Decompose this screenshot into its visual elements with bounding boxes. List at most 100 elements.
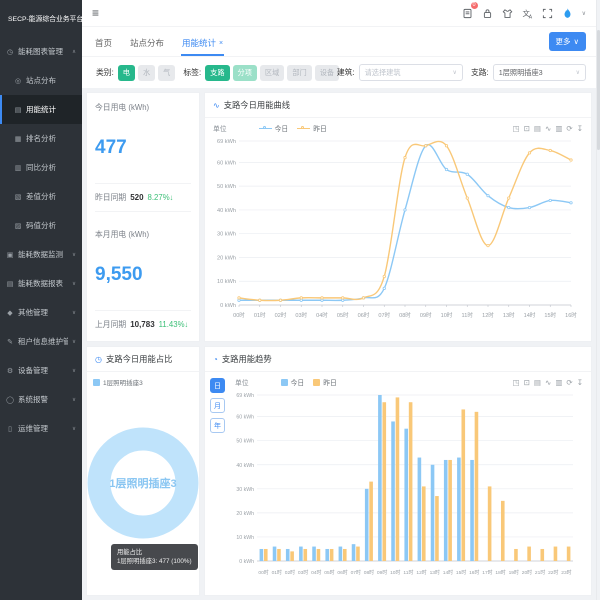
svg-text:12时: 12时 — [482, 311, 494, 319]
download-icon[interactable]: ↧ — [577, 378, 583, 387]
tag-chip-设备[interactable]: 设备 — [315, 65, 339, 81]
data-view-icon[interactable]: ▤ — [534, 124, 541, 133]
svg-text:01时: 01时 — [272, 569, 282, 576]
today-usage-value: 477 — [95, 137, 191, 159]
svg-text:09时: 09时 — [420, 311, 432, 319]
line-type-icon[interactable]: ∿ — [545, 378, 551, 387]
restore-icon[interactable]: ⟳ — [566, 124, 572, 133]
sidebar-group-2[interactable]: ▤能耗数据报表∨ — [0, 269, 82, 298]
notification-badge: 0 — [471, 2, 478, 9]
period-button-年[interactable]: 年 — [210, 418, 225, 433]
svg-text:17时: 17时 — [482, 569, 492, 576]
zoom-icon[interactable]: ◳ — [513, 124, 520, 133]
sidebar-item-同比分析[interactable]: ▥同比分析 — [0, 153, 82, 182]
sidebar-group-3[interactable]: ◆其他管理∨ — [0, 298, 82, 327]
sidebar-item-icon: ▤ — [14, 106, 22, 114]
stat-card: 今日用电 (kWh) 477 昨日同期 520 8.27%↓ 本月用电 (kWh… — [86, 92, 200, 342]
sidebar-group-4[interactable]: ✎租户信息维护管理∨ — [0, 327, 82, 356]
zoom-icon[interactable]: ◳ — [513, 378, 520, 387]
zoom-reset-icon[interactable]: ⊡ — [524, 124, 530, 133]
svg-text:08时: 08时 — [399, 311, 411, 319]
chevron-icon: ∨ — [72, 281, 76, 287]
line-type-icon[interactable]: ∿ — [545, 124, 551, 133]
category-chip-水[interactable]: 水 — [138, 65, 155, 81]
zoom-reset-icon[interactable]: ⊡ — [524, 378, 530, 387]
line-chart-plot: 0 kWh10 kWh20 kWh30 kWh40 kWh50 kWh60 kW… — [205, 133, 591, 341]
language-icon[interactable]: 文A — [522, 7, 534, 19]
legend-item-昨日[interactable]: 昨日 — [313, 377, 337, 387]
pie-legend-label: 1层照明插座3 — [103, 377, 143, 387]
pie-legend-item[interactable]: 1层照明插座3 — [87, 372, 199, 387]
tag-chip-分项[interactable]: 分项 — [233, 65, 257, 81]
pie-tooltip: 用能占比 1层照明插座3: 477 (100%) — [111, 544, 198, 570]
sidebar-item-差值分析[interactable]: ▧差值分析 — [0, 182, 82, 211]
bar-chart-plot: 0 kWh10 kWh20 kWh30 kWh40 kWh50 kWh60 kW… — [227, 387, 591, 595]
sidebar-item-码值分析[interactable]: ▨ 码值分析 — [0, 211, 82, 240]
sidebar-group-7[interactable]: ▯运维管理∨ — [0, 414, 82, 443]
sidebar-group-1[interactable]: ▣能耗数据监测∨ — [0, 240, 82, 269]
restore-icon[interactable]: ⟳ — [566, 378, 572, 387]
svg-text:0 kWh: 0 kWh — [239, 559, 254, 565]
line-toolbox: ◳ ⊡ ▤ ∿ ▥ ⟳ ↧ — [513, 124, 583, 133]
download-icon[interactable]: ↧ — [577, 124, 583, 133]
sidebar-group-icon: ◆ — [6, 309, 14, 317]
branch-label: 支路: — [471, 67, 489, 78]
tab-用能统计[interactable]: 用能统计× — [181, 30, 224, 56]
svg-text:00时: 00时 — [233, 311, 245, 319]
svg-text:15时: 15时 — [456, 569, 466, 576]
sidebar-group-5[interactable]: ⚙设备管理∨ — [0, 356, 82, 385]
category-chip-电[interactable]: 电 — [118, 65, 135, 81]
sidebar-item-站点分布[interactable]: ◎站点分布 — [0, 66, 82, 95]
sidebar-item-label: 码值分析 — [26, 220, 56, 231]
more-button-label: 更多 — [556, 36, 571, 47]
pie-chart-body: 1层照明插座3 1层照明插座3 用能占比 1层照明插座3: 477 (100%) — [87, 372, 199, 595]
sidebar-item-icon: ▨ — [14, 222, 22, 230]
page-scrollbar[interactable] — [596, 0, 600, 600]
more-button[interactable]: 更多 ∨ — [549, 32, 587, 51]
svg-text:30 kWh: 30 kWh — [217, 232, 236, 238]
svg-text:02时: 02时 — [285, 569, 295, 576]
legend-item-今日[interactable]: 今日 — [281, 377, 305, 387]
svg-text:16时: 16时 — [469, 569, 479, 576]
lock-icon[interactable] — [482, 7, 494, 19]
svg-text:05时: 05时 — [337, 311, 349, 319]
sidebar-item-用能统计[interactable]: ▤用能统计 — [0, 95, 82, 124]
tag-chip-支路[interactable]: 支路 — [205, 65, 229, 81]
theme-icon[interactable] — [502, 7, 514, 19]
legend-marker — [313, 379, 320, 386]
period-button-月[interactable]: 月 — [210, 398, 225, 413]
legend-item-昨日[interactable]: 昨日 — [297, 123, 327, 133]
data-view-icon[interactable]: ▤ — [534, 378, 541, 387]
legend-item-今日[interactable]: 今日 — [259, 123, 289, 133]
fullscreen-icon[interactable] — [542, 7, 554, 19]
sidebar-group-6[interactable]: ◯系统报警∨ — [0, 385, 82, 414]
period-button-日[interactable]: 日 — [210, 378, 225, 393]
bar-type-icon[interactable]: ▥ — [555, 124, 562, 133]
tab-站点分布[interactable]: 站点分布 — [129, 30, 165, 56]
category-chip-气[interactable]: 气 — [158, 65, 175, 81]
tab-label: 站点分布 — [130, 37, 164, 49]
user-menu-caret-icon[interactable]: ∨ — [582, 10, 586, 17]
pie-center-label: 1层照明插座3 — [109, 476, 176, 490]
svg-text:16时: 16时 — [565, 311, 577, 319]
sidebar-item-排名分析[interactable]: ▦排名分析 — [0, 124, 82, 153]
branch-select[interactable]: 1层照明插座3 ∨ — [493, 64, 586, 81]
tag-chip-区域[interactable]: 区域 — [260, 65, 284, 81]
last-month-compare-row: 上月同期 10,783 11.43%↓ — [95, 310, 191, 332]
chevron-down-icon: ∨ — [574, 37, 580, 46]
docs-icon[interactable]: 0 — [462, 7, 474, 19]
sidebar-item-icon: ▦ — [14, 135, 22, 143]
app-logo: SECP-能源综合业务平台 — [0, 0, 82, 37]
avatar-flame-icon[interactable] — [562, 7, 574, 19]
bar-type-icon[interactable]: ▥ — [555, 378, 562, 387]
legend-label: 昨日 — [323, 377, 337, 387]
close-icon[interactable]: × — [219, 40, 223, 47]
building-select[interactable]: 请选择建筑 ∨ — [359, 64, 463, 81]
tab-首页[interactable]: 首页 — [94, 30, 113, 56]
sidebar-group-0[interactable]: ◷能耗图表管理∧ — [0, 37, 82, 66]
sidebar-item-icon: ▧ — [14, 193, 22, 201]
hamburger-icon[interactable]: ≡ — [92, 6, 99, 20]
chevron-down-icon: ∨ — [453, 69, 457, 76]
tag-chip-部门[interactable]: 部门 — [287, 65, 311, 81]
svg-text:50 kWh: 50 kWh — [236, 439, 254, 445]
